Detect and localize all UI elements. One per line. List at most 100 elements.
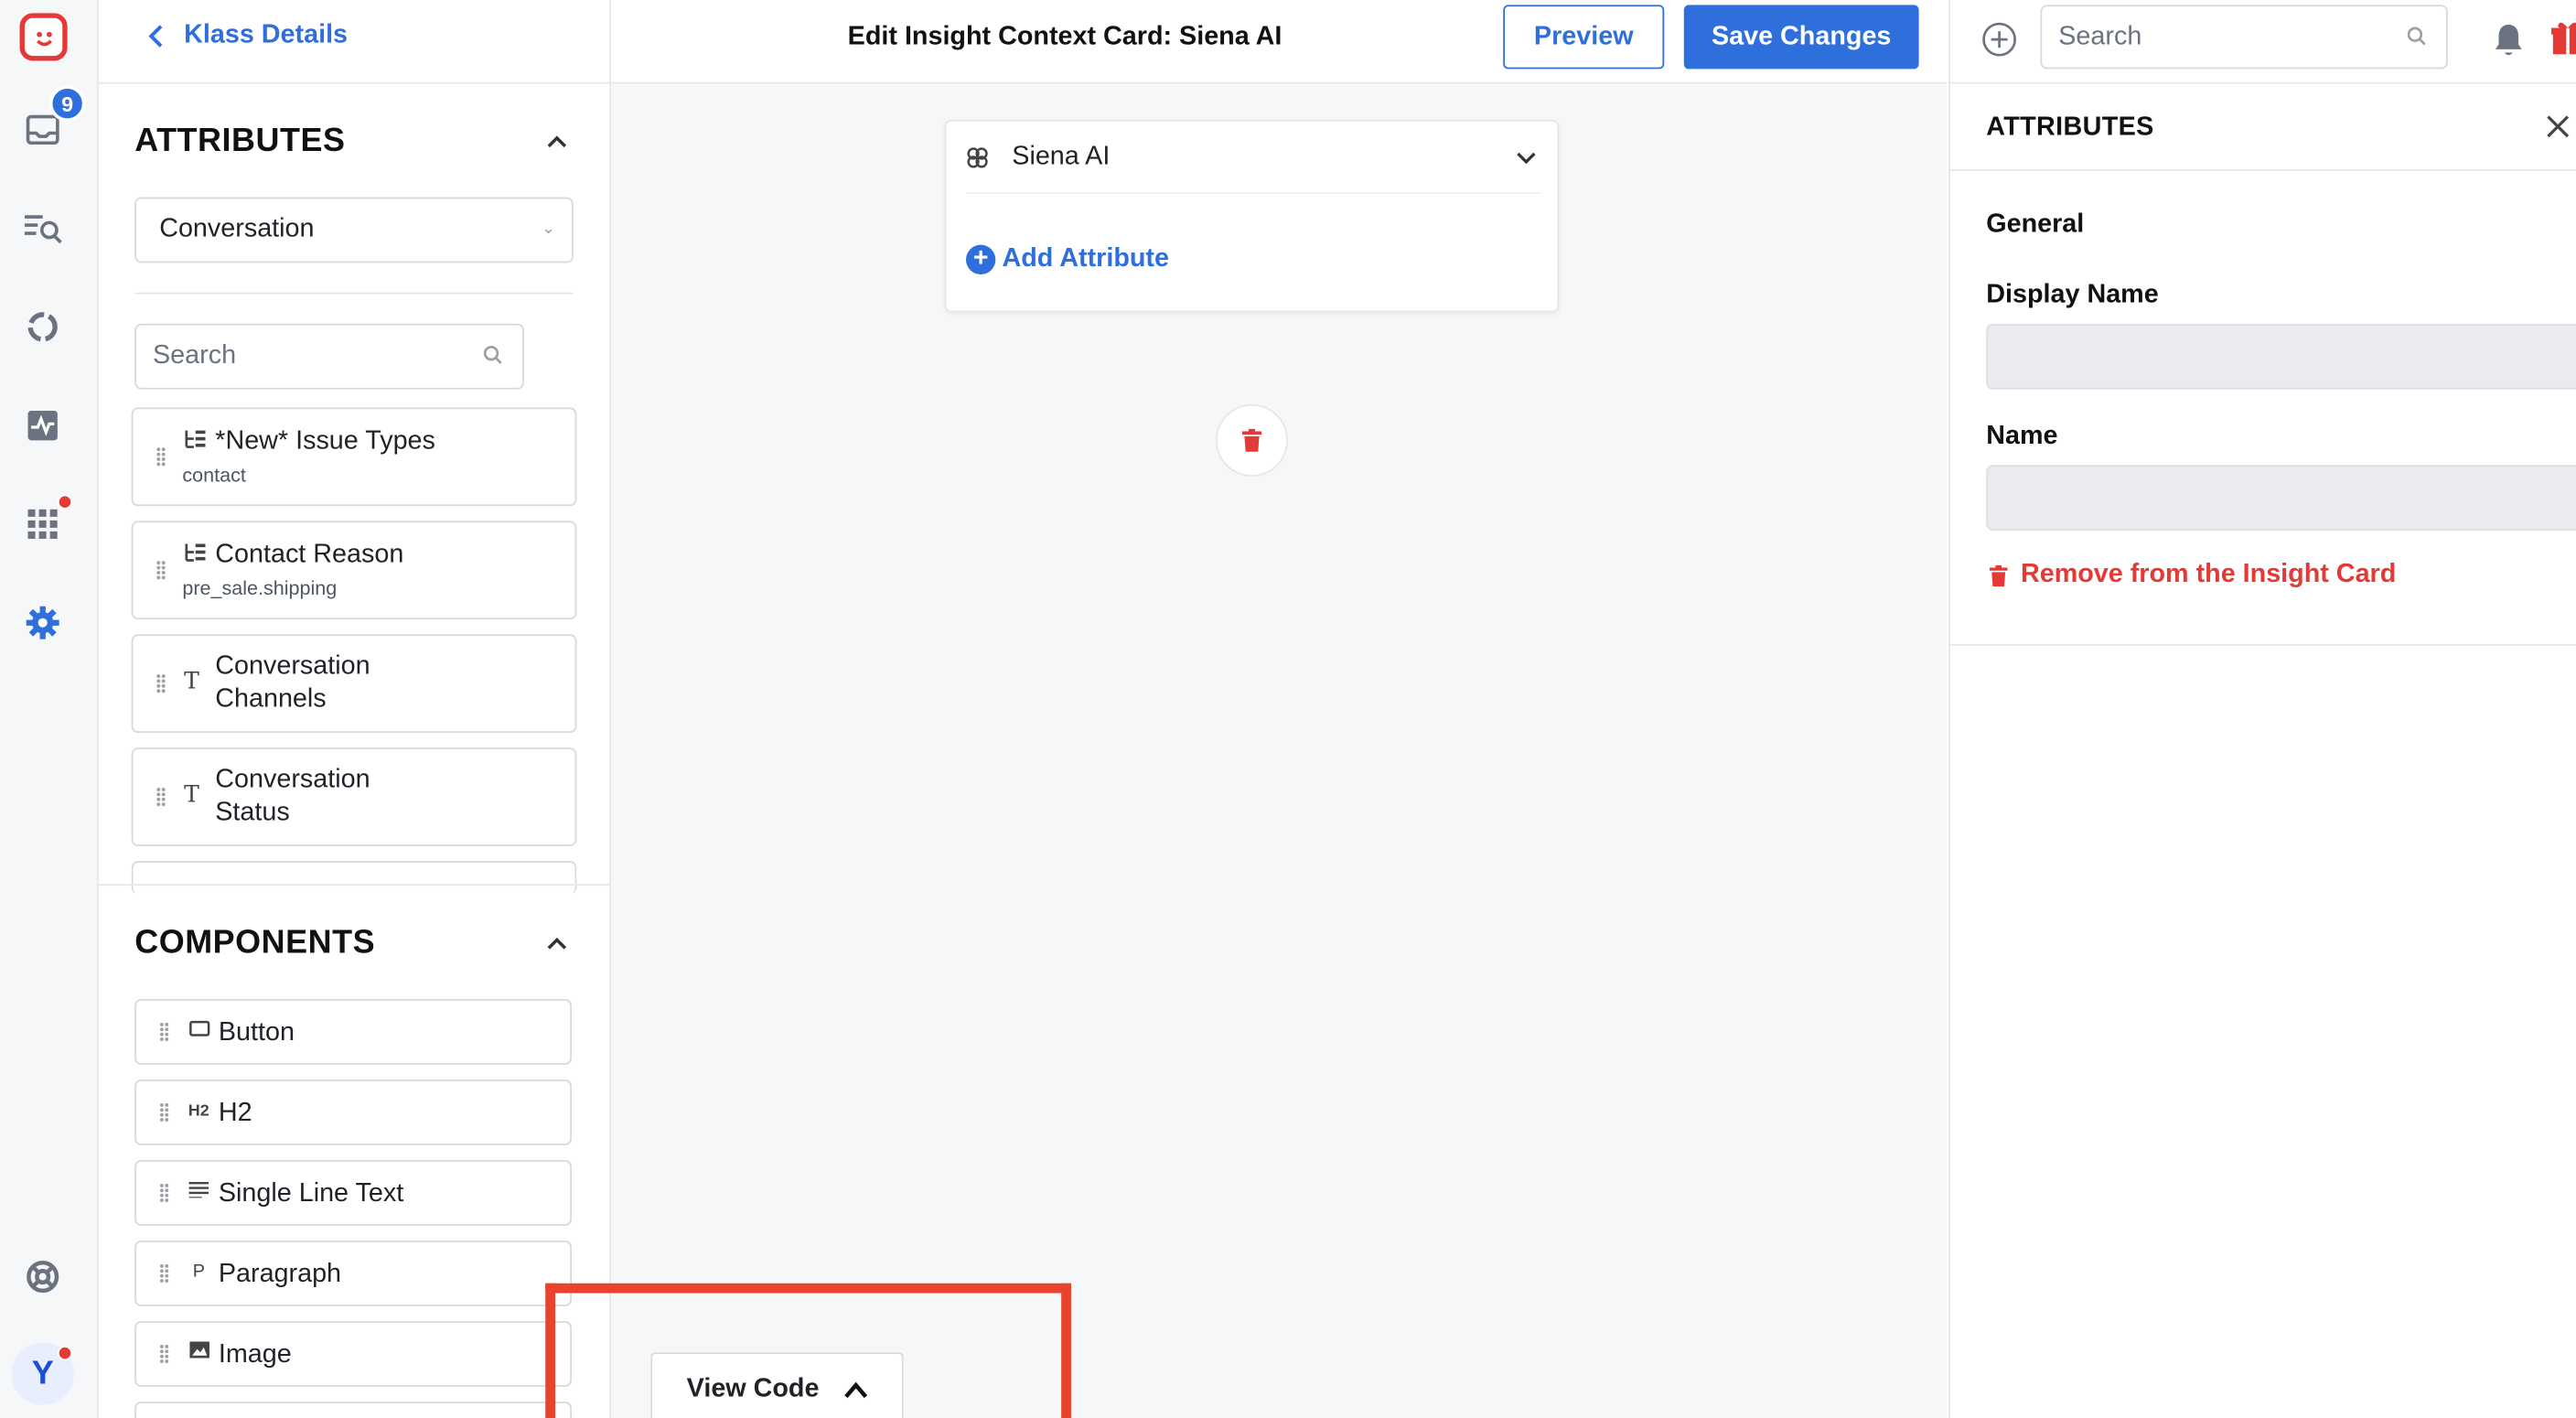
attributes-section-title: ATTRIBUTES [134, 123, 346, 160]
drag-handle-icon[interactable] [159, 1022, 169, 1042]
chevron-left-icon [148, 25, 163, 48]
global-search-placeholder: Search [2058, 23, 2142, 51]
button-icon [188, 1019, 210, 1042]
logo-icon[interactable] [19, 13, 68, 61]
drag-handle-icon[interactable] [159, 1102, 169, 1123]
drag-handle-icon[interactable] [156, 446, 166, 467]
plus-circle-icon: + [965, 244, 996, 274]
save-changes-button[interactable]: Save Changes [1683, 5, 1919, 70]
insight-card-title: Siena AI [1012, 143, 1111, 171]
search-icon [483, 345, 502, 364]
add-attribute-button[interactable]: + Add Attribute [965, 244, 1169, 274]
chevron-down-icon: ⌄ [541, 220, 556, 239]
component-item-label: Paragraph [218, 1260, 342, 1289]
trash-icon [1989, 564, 2008, 586]
editor-canvas: Siena AI + Add Attribute View Code [611, 83, 1948, 1418]
attribute-item-label: *New* Issue Types [215, 426, 435, 456]
insight-card-preview[interactable]: Siena AI + Add Attribute [944, 120, 1560, 313]
search-list-icon[interactable] [21, 207, 64, 250]
component-item-h2[interactable]: H2 H2 [134, 1080, 572, 1145]
component-item-partial[interactable] [134, 1402, 572, 1418]
image-icon [188, 1341, 210, 1364]
help-lifebuoy-icon[interactable] [21, 1255, 64, 1298]
trash-icon [1241, 428, 1262, 452]
h2-icon: H2 [188, 1102, 209, 1121]
divider [98, 884, 610, 886]
preview-button[interactable]: Preview [1503, 5, 1665, 70]
bell-icon[interactable] [2492, 21, 2525, 58]
drag-handle-icon[interactable] [159, 1263, 169, 1284]
attribute-item-conversation-status[interactable]: T Conversation Status [131, 747, 577, 846]
component-item-label: Button [218, 1018, 295, 1047]
properties-panel-title: ATTRIBUTES [1986, 113, 2154, 142]
attributes-search-placeholder: Search [153, 341, 237, 371]
global-search-input[interactable]: Search [2040, 5, 2448, 70]
paragraph-icon: P [192, 1262, 205, 1282]
attribute-item-path: pre_sale.shipping [182, 576, 338, 600]
left-panel: Klass Details ATTRIBUTES Conversation ⌄ … [98, 0, 612, 1418]
divider [1949, 168, 2576, 171]
remove-from-card-button[interactable]: Remove from the Insight Card [1989, 560, 2397, 589]
drag-handle-icon[interactable] [156, 673, 166, 693]
search-icon [2407, 27, 2426, 46]
tree-icon [184, 542, 207, 567]
tree-icon [184, 429, 207, 454]
attribute-item-path: contact [182, 463, 246, 487]
delete-card-button[interactable] [1215, 403, 1288, 477]
analytics-icon[interactable] [21, 306, 64, 349]
attribute-item-partial[interactable] [131, 861, 577, 895]
apps-notification-dot [57, 494, 73, 510]
collapse-components-chevron-icon[interactable] [545, 931, 568, 954]
drag-handle-icon[interactable] [156, 787, 166, 807]
avatar-notification-dot [57, 1346, 73, 1361]
editor-header: Edit Insight Context Card: Siena AI Prev… [611, 0, 1948, 84]
drag-handle-icon[interactable] [156, 560, 166, 581]
pulse-icon[interactable] [21, 404, 64, 447]
component-item-label: Single Line Text [218, 1179, 404, 1209]
apps-grid-icon[interactable] [21, 503, 64, 546]
text-icon: T [184, 669, 199, 695]
display-name-field[interactable] [1986, 323, 2576, 390]
add-attribute-label: Add Attribute [1002, 244, 1169, 274]
divider [965, 192, 1541, 194]
drag-handle-icon[interactable] [159, 1183, 169, 1203]
attribute-properties-panel: ATTRIBUTES General Display Name Name Rem… [1948, 83, 2576, 1418]
remove-from-card-label: Remove from the Insight Card [2020, 560, 2397, 589]
attributes-search-input[interactable]: Search [134, 323, 524, 390]
divider [1949, 644, 2576, 646]
page-title: Edit Insight Context Card: Siena AI [847, 23, 1283, 51]
settings-gear-icon[interactable] [21, 601, 64, 644]
drag-handle-icon[interactable] [159, 1344, 169, 1364]
gift-icon[interactable] [2549, 20, 2576, 57]
attribute-item-label: Conversation Channels [215, 652, 370, 714]
close-icon[interactable] [2545, 113, 2571, 140]
component-item-button[interactable]: Button [134, 999, 572, 1065]
component-item-label: H2 [218, 1099, 252, 1128]
component-item-paragraph[interactable]: P Paragraph [134, 1241, 572, 1306]
collapse-attributes-chevron-icon[interactable] [545, 130, 568, 153]
divider [134, 292, 574, 295]
back-link-label: Klass Details [184, 21, 349, 49]
chevron-down-icon[interactable] [1515, 146, 1538, 169]
name-field[interactable] [1986, 465, 2576, 532]
component-item-label: Image [218, 1340, 292, 1370]
attribute-type-value: Conversation [159, 215, 315, 243]
siena-logo-icon [967, 147, 988, 168]
divider [98, 81, 610, 84]
general-section-heading: General [1986, 209, 2085, 239]
global-toolbar: Search [1948, 0, 2576, 84]
attribute-type-select[interactable]: Conversation ⌄ [134, 197, 574, 263]
inbox-badge: 9 [48, 85, 86, 122]
highlight-box [545, 1283, 1071, 1418]
attribute-item-conversation-channels[interactable]: T Conversation Channels [131, 634, 577, 734]
components-section-title: COMPONENTS [134, 925, 376, 961]
component-item-image[interactable]: Image [134, 1321, 572, 1387]
attribute-item-issue-types[interactable]: *New* Issue Types contact [131, 407, 577, 507]
add-circle-icon[interactable] [1981, 21, 2018, 58]
back-link[interactable]: Klass Details [148, 21, 348, 50]
component-item-single-line-text[interactable]: Single Line Text [134, 1160, 572, 1226]
attribute-item-contact-reason[interactable]: Contact Reason pre_sale.shipping [131, 521, 577, 620]
attribute-item-label: Contact Reason [215, 540, 404, 569]
nav-rail: 9 Y [0, 0, 99, 1418]
attribute-item-label: Conversation Status [215, 765, 370, 827]
